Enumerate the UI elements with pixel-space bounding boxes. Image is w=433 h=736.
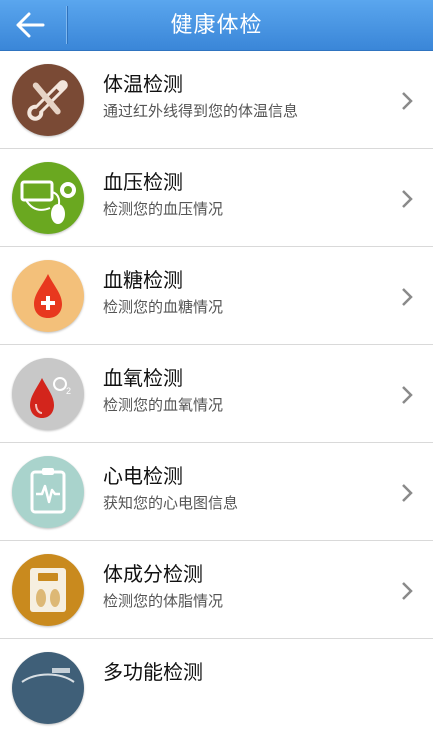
list-item-body-temperature[interactable]: 体温检测 通过红外线得到您的体温信息 <box>0 51 433 149</box>
list-item-blood-oxygen[interactable]: 2 血氧检测 检测您的血氧情况 <box>0 345 433 443</box>
multi-function-icon <box>12 652 84 724</box>
item-subtitle: 检测您的体脂情况 <box>103 592 224 610</box>
chevron-right-icon <box>402 582 413 600</box>
blood-drop-icon <box>12 260 84 332</box>
ecg-icon <box>12 456 84 528</box>
item-title: 血氧检测 <box>103 366 183 390</box>
page-title: 健康体检 <box>170 13 263 38</box>
item-title: 体温检测 <box>103 72 183 96</box>
item-subtitle: 通过红外线得到您的体温信息 <box>103 102 299 120</box>
list-item-blood-sugar[interactable]: 血糖检测 检测您的血糖情况 <box>0 247 433 345</box>
item-subtitle: 检测您的血糖情况 <box>103 298 224 316</box>
chevron-right-icon <box>402 190 413 208</box>
blood-pressure-icon <box>12 162 84 234</box>
chevron-right-icon <box>402 386 413 404</box>
oxygen-drop-icon: 2 <box>12 358 84 430</box>
item-subtitle: 检测您的血氧情况 <box>103 396 224 414</box>
chevron-right-icon <box>402 92 413 110</box>
body-scale-icon <box>12 554 84 626</box>
item-subtitle: 获知您的心电图信息 <box>103 494 239 512</box>
thermometer-icon <box>12 64 84 136</box>
list-item-blood-pressure[interactable]: 血压检测 检测您的血压情况 <box>0 149 433 247</box>
svg-text:2: 2 <box>66 386 71 396</box>
list-item-ecg[interactable]: 心电检测 获知您的心电图信息 <box>0 443 433 541</box>
item-title: 体成分检测 <box>103 562 203 586</box>
chevron-right-icon <box>402 288 413 306</box>
list-item-body-composition[interactable]: 体成分检测 检测您的体脂情况 <box>0 541 433 639</box>
item-subtitle: 检测您的血压情况 <box>103 200 224 218</box>
item-title: 血压检测 <box>103 170 183 194</box>
item-title: 血糖检测 <box>103 268 183 292</box>
top-bar: 健康体检 <box>0 0 433 51</box>
chevron-right-icon <box>402 484 413 502</box>
item-title: 心电检测 <box>103 464 183 488</box>
health-check-list: 体温检测 通过红外线得到您的体温信息 血压检测 检测您的血压情况 血糖检测 检测… <box>0 51 433 736</box>
list-item-multi-function[interactable]: 多功能检测 <box>0 639 433 736</box>
